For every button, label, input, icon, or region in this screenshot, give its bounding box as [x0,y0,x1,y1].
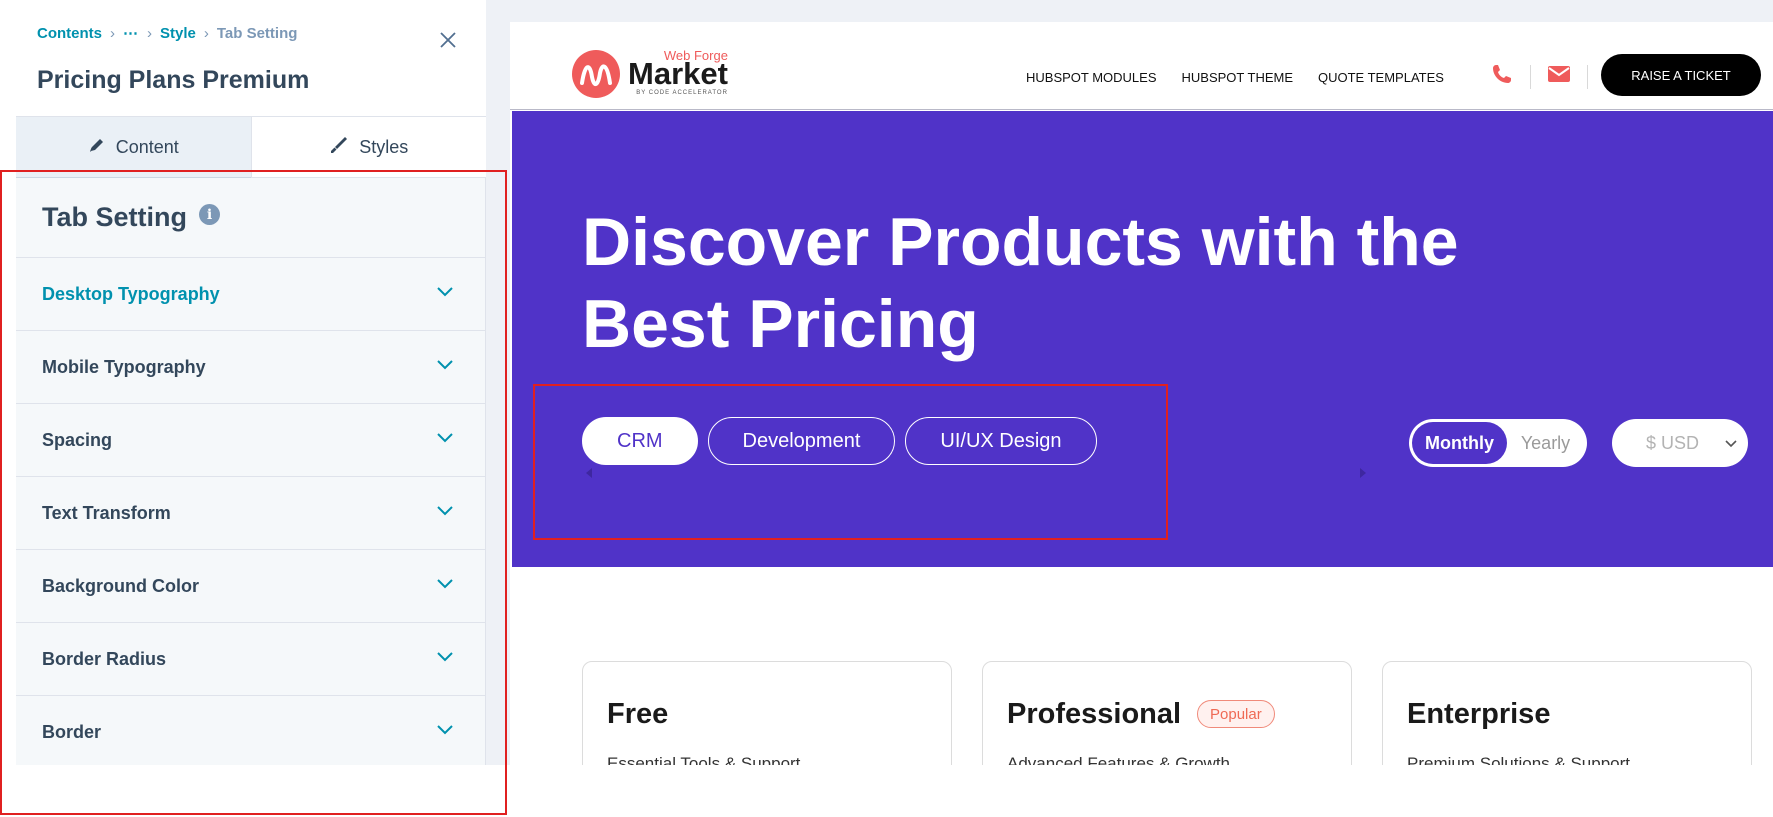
billing-toggle[interactable]: Monthly Yearly [1409,419,1587,467]
category-tab-crm[interactable]: CRM [582,417,698,465]
nav-hubspot-theme[interactable]: HUBSPOT THEME [1182,70,1293,85]
chevron-right-icon: › [147,24,152,42]
accordion-background-color[interactable]: Background Color [16,550,486,623]
currency-select[interactable]: $ USD [1612,419,1748,467]
chevron-down-icon [436,504,454,522]
accordion-desktop-typography[interactable]: Desktop Typography [16,258,486,331]
hero-title-line1: Discover Products with the [582,204,1459,280]
editor-panel: Contents › ⋯ › Style › Tab Setting Prici… [16,0,486,769]
plan-name: Enterprise [1407,698,1551,730]
logo-mark-icon [572,50,620,98]
nav-hubspot-modules[interactable]: HUBSPOT MODULES [1026,70,1157,85]
logo[interactable]: Web Forge Market BY CODE ACCELERATOR [572,48,728,98]
chevron-down-icon [436,285,454,303]
chevron-down-icon [436,431,454,449]
plan-name: Professional [1007,698,1182,730]
billing-monthly[interactable]: Monthly [1412,422,1507,464]
divider [1530,64,1531,89]
breadcrumb: Contents › ⋯ › Style › Tab Setting [37,24,298,43]
accordion-label: Text Transform [42,502,171,523]
chevron-down-icon [436,723,454,741]
raise-ticket-button[interactable]: RAISE A TICKET [1601,54,1761,96]
plan-card-enterprise: Enterprise Premium Solutions & Support [1382,661,1752,765]
accordion-label: Background Color [42,575,200,596]
divider [1587,64,1588,89]
breadcrumb-ellipsis[interactable]: ⋯ [123,24,139,42]
bottom-strip [0,765,1773,817]
accordion-label: Spacing [42,429,113,450]
info-icon[interactable]: i [199,204,220,225]
brush-icon [329,135,349,160]
popular-badge: Popular [1197,700,1275,728]
tab-setting-section: Tab Setting i Desktop Typography Mobile T… [16,178,486,769]
accordion-border[interactable]: Border [16,696,486,769]
close-icon[interactable] [436,28,460,52]
accordion-label: Border Radius [42,648,167,669]
chevron-down-icon [436,577,454,595]
chevron-right-icon: › [110,24,115,42]
plan-card-free: Free Essential Tools & Support [582,661,952,765]
pencil-icon [88,136,106,159]
tab-styles-label: Styles [359,136,409,157]
page-preview: Web Forge Market BY CODE ACCELERATOR HUB… [510,22,1773,765]
chevron-down-icon [436,358,454,376]
tab-styles[interactable]: Styles [250,117,486,178]
editor-tabs: Content Styles [16,116,486,178]
logo-tagline: Web Forge [663,48,728,63]
category-tabs: CRM Development UI/UX Design [582,417,1097,465]
plan-name: Free [607,698,669,730]
hero-title-line2: Best Pricing [582,286,979,362]
plan-card-professional: Professional Popular Advanced Features &… [982,661,1352,765]
logo-text: Web Forge Market BY CODE ACCELERATOR [628,48,728,96]
category-tab-uiux-design[interactable]: UI/UX Design [905,417,1097,465]
header-contact-icons [1490,62,1604,91]
accordion-text-transform[interactable]: Text Transform [16,477,486,550]
logo-subtext: BY CODE ACCELERATOR [636,90,728,96]
panel-title: Pricing Plans Premium [37,66,310,94]
editor-header: Contents › ⋯ › Style › Tab Setting Prici… [16,0,486,116]
plan-subtitle: Premium Solutions & Support [1407,754,1630,765]
carousel-prev-icon[interactable] [586,468,592,478]
nav-quote-templates[interactable]: QUOTE TEMPLATES [1318,70,1444,85]
category-tab-development[interactable]: Development [707,417,896,465]
tab-content[interactable]: Content [16,117,251,178]
phone-icon[interactable] [1490,62,1514,91]
plan-subtitle: Essential Tools & Support [607,754,801,765]
chevron-down-icon [436,650,454,668]
accordion-border-radius[interactable]: Border Radius [16,623,486,696]
tab-content-label: Content [115,136,179,157]
breadcrumb-contents[interactable]: Contents [37,25,102,42]
chevron-down-icon [1724,433,1738,454]
accordion-label: Desktop Typography [42,283,220,304]
site-header: Web Forge Market BY CODE ACCELERATOR HUB… [510,22,1773,110]
accordion-list: Desktop Typography Mobile Typography Spaci… [16,258,486,769]
section-title: Tab Setting [42,202,187,232]
accordion-mobile-typography[interactable]: Mobile Typography [16,331,486,404]
breadcrumb-style[interactable]: Style [160,25,196,42]
carousel-next-icon[interactable] [1360,468,1366,478]
hero-title: Discover Products with the Best Pricing [582,201,1482,365]
chevron-right-icon: › [203,24,209,42]
accordion-spacing[interactable]: Spacing [16,404,486,477]
section-header: Tab Setting i [16,178,486,258]
accordion-label: Mobile Typography [42,356,206,377]
currency-value: $ USD [1646,432,1700,453]
breadcrumb-current: Tab Setting [216,24,298,42]
plan-subtitle: Advanced Features & Growth [1007,754,1231,765]
billing-yearly[interactable]: Yearly [1507,422,1584,464]
hero-section: Discover Products with the Best Pricing … [512,111,1773,567]
main-nav: HUBSPOT MODULES HUBSPOT THEME QUOTE TEMP… [1026,70,1444,85]
mail-icon[interactable] [1547,64,1571,89]
accordion-label: Border [42,721,102,742]
